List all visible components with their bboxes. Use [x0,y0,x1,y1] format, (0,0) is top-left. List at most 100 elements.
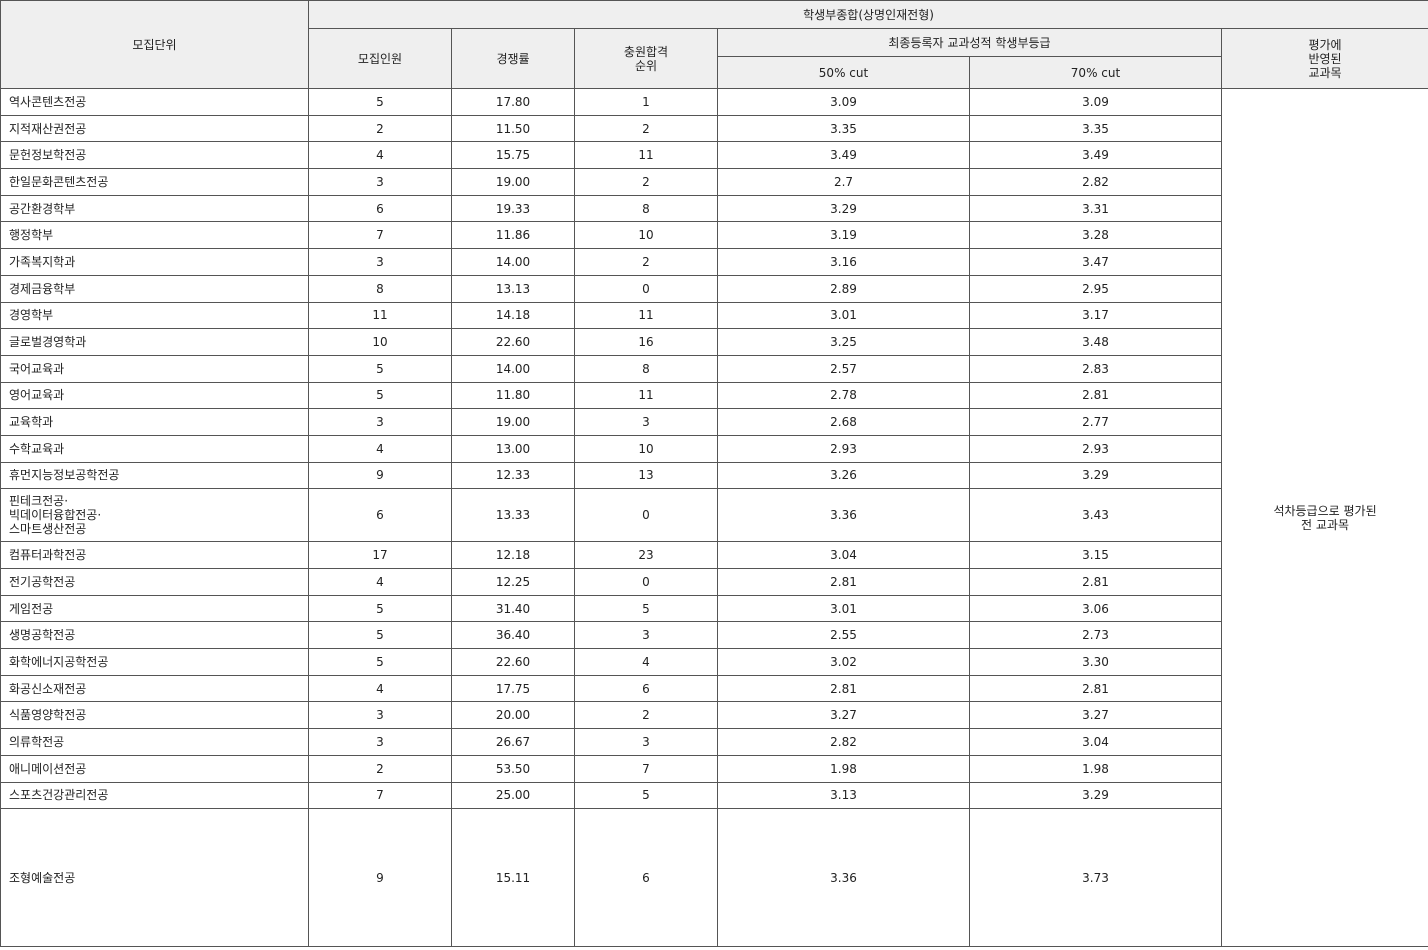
cell-cut70: 3.29 [969,781,1222,810]
cell-rank: 8 [574,354,718,383]
cell-cut50: 3.04 [717,541,970,569]
table-row: 스포츠건강관리전공 7 25.00 5 3.13 3.29 [0,781,1428,810]
cell-quota: 3 [308,701,452,730]
cell-name: 생명공학전공 [0,621,309,650]
subjects-note: 석차등급으로 평가된 전 교과목 [1220,87,1428,948]
cell-name: 애니메이션전공 [0,754,309,783]
cell-quota: 5 [308,648,452,676]
cell-quota: 5 [308,594,452,623]
cell-cut70: 3.48 [969,328,1222,356]
cell-cut50: 3.19 [717,221,970,250]
cell-name: 핀테크전공· 빅데이터융합전공· 스마트생산전공 [0,488,309,543]
cell-cut50: 3.09 [717,88,970,116]
cell-quota: 3 [308,728,452,756]
table-row: 핀테크전공· 빅데이터융합전공· 스마트생산전공 6 13.33 0 3.36 3.43 [0,488,1428,543]
cell-rank: 10 [574,434,718,463]
table-row: 문헌정보학전공 4 15.75 11 3.49 3.49 [0,141,1428,170]
cell-cut50: 2.7 [717,168,970,196]
table-row: 글로벌경영학과 10 22.60 16 3.25 3.48 [0,328,1428,356]
table-row: 한일문화콘텐츠전공 3 19.00 2 2.7 2.82 [0,168,1428,196]
cell-cut50: 3.27 [717,701,970,730]
header-subjects: 평가에 반영된 교과목 [1220,28,1428,89]
cell-name: 한일문화콘텐츠전공 [0,168,309,196]
cell-cut70: 3.06 [969,594,1222,623]
table-row: 컴퓨터과학전공 17 12.18 23 3.04 3.15 [0,541,1428,569]
cell-rate: 12.33 [451,461,575,490]
cell-rank: 11 [574,301,718,330]
cell-quota: 10 [308,328,452,356]
cell-rate: 19.00 [451,408,575,436]
table-row: 전기공학전공 4 12.25 0 2.81 2.81 [0,568,1428,596]
cell-quota: 9 [308,461,452,490]
cell-cut70: 3.31 [969,194,1222,223]
cell-name: 공간환경학부 [0,194,309,223]
header-grade-group: 최종등록자 교과성적 학생부등급 [717,28,1222,57]
table-row: 행정학부 7 11.86 10 3.19 3.28 [0,221,1428,250]
cell-cut50: 2.57 [717,354,970,383]
cell-rate: 19.00 [451,168,575,196]
table-row: 경영학부 11 14.18 11 3.01 3.17 [0,301,1428,330]
cell-cut50: 2.68 [717,408,970,436]
header-cut50: 50% cut [717,56,970,89]
cell-quota: 5 [308,381,452,410]
cell-cut70: 2.82 [969,168,1222,196]
cell-rank: 5 [574,781,718,810]
cell-rank: 2 [574,168,718,196]
table-row: 경제금융학부 8 13.13 0 2.89 2.95 [0,274,1428,303]
cell-rate: 14.18 [451,301,575,330]
cell-cut50: 3.36 [717,808,970,948]
table-body: 역사콘텐츠전공 5 17.80 1 3.09 3.09 석차등급으로 평가된 전 교과목 지적… [0,87,1428,948]
cell-rate: 31.40 [451,594,575,623]
table-row: 영어교육과 5 11.80 11 2.78 2.81 [0,381,1428,410]
table-row: 휴먼지능정보공학전공 9 12.33 13 3.26 3.29 [0,461,1428,490]
cell-rate: 15.11 [451,808,575,948]
cell-rank: 7 [574,754,718,783]
table-row: 국어교육과 5 14.00 8 2.57 2.83 [0,354,1428,383]
table-row: 공간환경학부 6 19.33 8 3.29 3.31 [0,194,1428,223]
table-row: 의류학전공 3 26.67 3 2.82 3.04 [0,728,1428,756]
cell-rank: 10 [574,221,718,250]
cell-cut50: 2.89 [717,274,970,303]
cell-cut50: 2.55 [717,621,970,650]
cell-quota: 4 [308,568,452,596]
cell-name: 화공신소재전공 [0,674,309,703]
cell-rate: 25.00 [451,781,575,810]
cell-rate: 13.13 [451,274,575,303]
cell-quota: 3 [308,168,452,196]
cell-name: 스포츠건강관리전공 [0,781,309,810]
cell-name: 글로벌경영학과 [0,328,309,356]
cell-name: 행정학부 [0,221,309,250]
cell-cut50: 3.26 [717,461,970,490]
cell-name: 컴퓨터과학전공 [0,541,309,569]
cell-quota: 2 [308,754,452,783]
cell-quota: 7 [308,781,452,810]
cell-cut70: 2.93 [969,434,1222,463]
cell-name: 의류학전공 [0,728,309,756]
cell-cut70: 1.98 [969,754,1222,783]
cell-cut70: 3.29 [969,461,1222,490]
cell-name: 교육학과 [0,408,309,436]
header-cut70: 70% cut [969,56,1222,89]
cell-name: 휴먼지능정보공학전공 [0,461,309,490]
cell-name: 화학에너지공학전공 [0,648,309,676]
cell-cut70: 3.15 [969,541,1222,569]
cell-cut70: 3.43 [969,488,1222,543]
cell-name: 지적재산권전공 [0,114,309,143]
table-row: 게임전공 5 31.40 5 3.01 3.06 [0,594,1428,623]
table-row: 생명공학전공 5 36.40 3 2.55 2.73 [0,621,1428,650]
cell-cut70: 3.49 [969,141,1222,170]
cell-cut50: 1.98 [717,754,970,783]
cell-rate: 19.33 [451,194,575,223]
cell-cut50: 2.78 [717,381,970,410]
cell-rate: 22.60 [451,648,575,676]
cell-rate: 14.00 [451,354,575,383]
cell-rank: 3 [574,621,718,650]
cell-rank: 16 [574,328,718,356]
header-waitlist-rank: 충원합격 순위 [574,28,718,89]
cell-name: 가족복지학과 [0,248,309,276]
cell-rank: 8 [574,194,718,223]
cell-rank: 1 [574,88,718,116]
cell-quota: 5 [308,88,452,116]
cell-rate: 14.00 [451,248,575,276]
cell-quota: 8 [308,274,452,303]
